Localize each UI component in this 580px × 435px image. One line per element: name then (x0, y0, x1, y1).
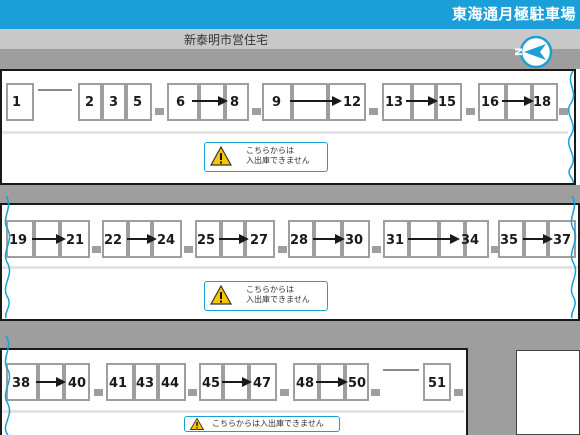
aisle-gap (454, 389, 463, 396)
space-number: 45 (202, 376, 221, 391)
top-road (0, 49, 580, 69)
space-number: 24 (157, 233, 176, 248)
road (0, 321, 580, 348)
lot-divider (2, 410, 464, 413)
range-arrow-icon (127, 234, 157, 244)
space-number: 43 (136, 376, 155, 391)
range-arrow-icon (313, 234, 345, 244)
aisle-gap (94, 389, 103, 396)
space-number: 22 (104, 233, 123, 248)
space-number: 5 (133, 95, 143, 110)
range-arrow-icon (192, 96, 228, 106)
aisle-gap (92, 246, 101, 253)
range-arrow-icon (219, 234, 249, 244)
space-number: 28 (290, 233, 309, 248)
warning-icon (190, 418, 204, 430)
space-number: 34 (461, 233, 480, 248)
lot-divider (2, 131, 568, 134)
aisle-gap (252, 108, 261, 115)
notice-text: こちらからは (246, 146, 294, 155)
space-number: 48 (296, 376, 315, 391)
space-number: 40 (68, 376, 87, 391)
aisle-gap (369, 108, 378, 115)
space-number: 31 (386, 233, 405, 248)
break-line (568, 71, 575, 183)
space-number: 15 (438, 95, 457, 110)
range-arrow-icon (290, 96, 342, 106)
space-number: 30 (345, 233, 364, 248)
range-arrow-icon (523, 234, 553, 244)
space-number: 44 (161, 376, 180, 391)
space-number: 8 (230, 95, 240, 110)
building-block (516, 350, 580, 435)
notice-text: こちらからは入出庫できません (212, 419, 324, 428)
aisle-gap (155, 108, 164, 115)
warning-icon (210, 146, 232, 166)
road (0, 185, 580, 205)
svg-text:N: N (514, 48, 525, 56)
range-arrow-icon (36, 377, 66, 387)
range-arrow-icon (32, 234, 66, 244)
lot-divider (2, 266, 578, 269)
space-number: 16 (481, 95, 500, 110)
notice-text: こちらからは (246, 285, 294, 294)
north-arrow-icon: N (514, 35, 553, 69)
break-line (4, 196, 11, 318)
range-arrow-icon (316, 377, 348, 387)
break-line (570, 196, 577, 318)
space-number: 47 (253, 376, 272, 391)
range-arrow-icon (502, 96, 534, 106)
space-number: 38 (12, 376, 31, 391)
space-number: 35 (500, 233, 519, 248)
aisle-gap (466, 108, 475, 115)
space-number: 6 (176, 95, 186, 110)
range-arrow-icon (406, 96, 438, 106)
range-arrow-icon (222, 377, 252, 387)
space-number: 41 (109, 376, 128, 391)
space-number: 21 (66, 233, 85, 248)
space-number: 13 (385, 95, 404, 110)
landmark-label: 新泰明市営住宅 (184, 33, 269, 47)
map-title: 東海通月極駐車場 (451, 5, 576, 23)
notice-text: 入出庫できません (246, 295, 310, 304)
aisle-gap (184, 246, 193, 253)
aisle-gap (188, 389, 197, 396)
curb-line (383, 369, 419, 371)
space-number: 1 (12, 95, 22, 110)
aisle-gap (371, 389, 380, 396)
space-number: 25 (197, 233, 216, 248)
space-number: 12 (343, 95, 362, 110)
landmark-band (0, 29, 580, 49)
range-arrow-icon (408, 234, 460, 244)
aisle-gap (372, 246, 381, 253)
warning-icon (210, 285, 232, 305)
space-number: 9 (272, 95, 282, 110)
space-number: 27 (250, 233, 269, 248)
break-line (4, 336, 11, 435)
space-number: 18 (533, 95, 552, 110)
notice-text: 入出庫できません (246, 156, 310, 165)
space-number: 2 (85, 95, 95, 110)
aisle-gap (278, 246, 287, 253)
space-number: 51 (428, 376, 447, 391)
curb-line (38, 89, 72, 91)
space-number: 50 (348, 376, 367, 391)
aisle-gap (280, 389, 289, 396)
space-number: 3 (109, 95, 119, 110)
